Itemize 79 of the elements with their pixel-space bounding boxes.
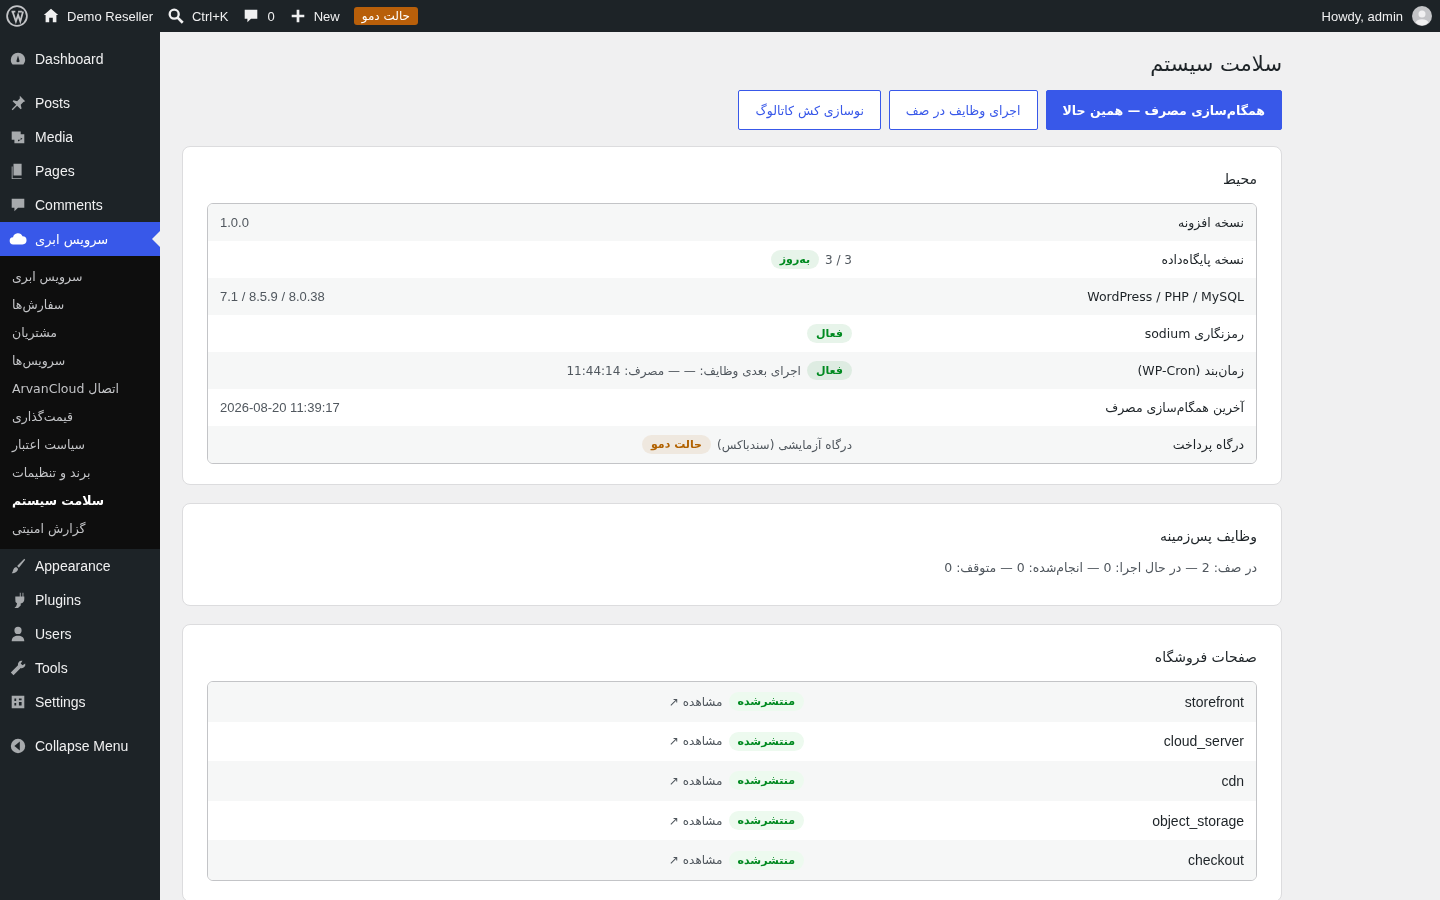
jobs-summary: در صف: 2 — در حال اجرا: 0 — انجام‌شده: 0 — متوقف: 0 <box>943 560 1257 575</box>
status-badge: فعال <box>806 324 852 343</box>
user-icon <box>9 625 27 643</box>
status-badge: منتشرشده <box>728 771 804 791</box>
submenu-item[interactable]: قیمت‌گذاری <box>0 403 160 431</box>
row-label: زمان‌بند (WP-Cron) <box>1136 363 1245 378</box>
submenu-item[interactable]: گزارش امنیتی <box>0 515 160 543</box>
row-label: WordPress / PHP / MySQL <box>1086 289 1245 304</box>
row-value: اجرای بعدی وظایف: — — مصرف: 11:44:14 <box>566 363 801 378</box>
submenu-item[interactable]: سفارش‌ها <box>0 291 160 319</box>
status-badge: منتشرشده <box>728 731 804 751</box>
status-badge: به‌روز <box>770 250 820 269</box>
search-link[interactable]: Ctrl+K <box>167 7 229 25</box>
action-button[interactable]: نوسازی کش کاتالوگ <box>738 90 881 130</box>
menu-item[interactable]: Pages <box>0 154 160 188</box>
menu-item[interactable]: Posts <box>0 86 160 120</box>
pin-icon <box>9 94 27 112</box>
collapse-icon <box>9 737 27 755</box>
menu-item[interactable]: Tools <box>0 651 160 685</box>
row-value: 2026-08-20 11:39:17 <box>220 400 340 415</box>
wordpress-logo-icon[interactable] <box>6 5 28 27</box>
menu-item[interactable]: Comments <box>0 188 160 222</box>
view-link[interactable]: مشاهده ↗ <box>668 774 723 788</box>
status-badge: منتشرشده <box>728 850 804 870</box>
menu-item[interactable]: سرویس ابری <box>0 222 160 256</box>
submenu-item[interactable]: برند و تنظیمات <box>0 459 160 487</box>
row-label: نسخه پایگاه‌داده <box>1160 252 1245 267</box>
submenu-item[interactable]: سلامت سیستم <box>0 487 160 515</box>
row-value: درگاه آزمایشی (سندباکس) <box>716 437 852 452</box>
action-button[interactable]: همگام‌سازی مصرف — همین حالا <box>1045 90 1282 130</box>
menu-item[interactable]: Users <box>0 617 160 651</box>
demo-mode-badge: حالت دمو <box>353 7 419 25</box>
home-icon <box>42 7 60 25</box>
search-icon <box>167 7 185 25</box>
speech-bubble-icon <box>9 196 27 214</box>
view-link[interactable]: مشاهده ↗ <box>668 853 723 868</box>
menu-item[interactable]: Dashboard <box>0 42 160 76</box>
account-link[interactable]: Howdy, admin <box>1321 6 1432 26</box>
row-value: 7.1 / 8.5.9 / 8.0.38 <box>220 289 325 304</box>
menu-item[interactable]: Appearance <box>0 549 160 583</box>
menu-item[interactable]: Media <box>0 120 160 154</box>
site-link[interactable]: Demo Reseller <box>42 7 153 25</box>
page-slug: cloud_server <box>1162 733 1245 750</box>
section-title: صفحات فروشگاه <box>1153 649 1257 665</box>
page-slug: checkout <box>1186 852 1245 869</box>
view-link[interactable]: مشاهده ↗ <box>668 694 723 709</box>
page-slug: cdn <box>1220 773 1245 789</box>
action-button[interactable]: اجرای وظایف در صف <box>888 90 1038 130</box>
status-badge: فعال <box>806 361 852 380</box>
submenu-item[interactable]: سرویس‌ها <box>0 347 160 375</box>
submenu-item[interactable]: سرویس ابری <box>0 263 160 291</box>
sliders-icon <box>9 693 27 711</box>
menu-item[interactable]: Plugins <box>0 583 160 617</box>
submenu-item[interactable]: اتصال ArvanCloud <box>0 375 160 403</box>
row-label: آخرین همگام‌سازی مصرف <box>1104 400 1246 415</box>
menu-item[interactable]: Settings <box>0 685 160 719</box>
view-link[interactable]: مشاهده ↗ <box>668 734 723 749</box>
status-badge: منتشرشده <box>728 692 804 712</box>
view-link[interactable]: مشاهده ↗ <box>668 813 723 828</box>
submenu-item[interactable]: مشتریان <box>0 319 160 347</box>
submenu-item[interactable]: سیاست اعتبار <box>0 431 160 459</box>
status-badge: منتشرشده <box>728 811 804 831</box>
row-value: 1.0.0 <box>220 215 249 230</box>
new-link[interactable]: New <box>288 7 340 25</box>
row-value: 3 / 3 <box>825 252 852 267</box>
wrench-icon <box>9 659 27 677</box>
collapse-menu-button[interactable]: Collapse Menu <box>0 729 160 763</box>
row-label: نسخه افزونه <box>1177 215 1245 230</box>
row-label: درگاه پرداخت <box>1171 437 1245 452</box>
status-badge: حالت دمو <box>641 435 711 454</box>
section-title: وظایف پس‌زمینه <box>1159 528 1257 544</box>
page-slug: object_storage <box>1151 812 1245 829</box>
brush-icon <box>9 557 27 575</box>
comments-link[interactable]: 0 <box>242 7 275 25</box>
section-title: محیط <box>1221 171 1257 187</box>
avatar-icon <box>1412 6 1432 26</box>
page-slug: storefront <box>1183 693 1245 710</box>
page-title: سلامت سیستم <box>1149 52 1282 76</box>
row-label: رمزنگاری sodium <box>1143 326 1245 341</box>
